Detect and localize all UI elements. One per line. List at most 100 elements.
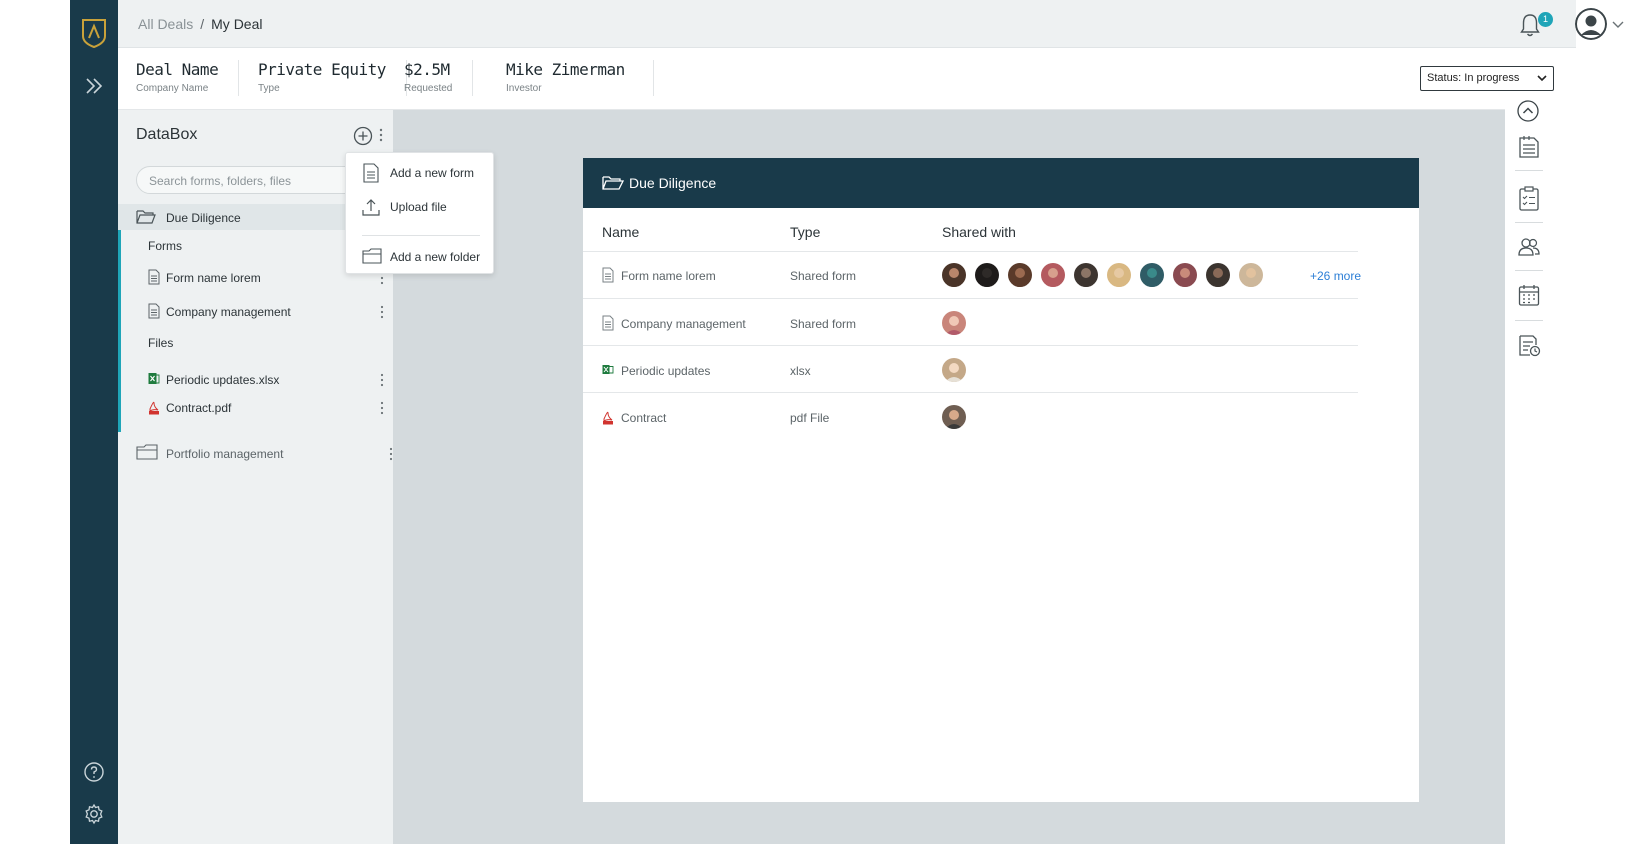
row-divider xyxy=(583,345,1358,346)
document-history-icon[interactable] xyxy=(1517,332,1541,358)
user-avatar[interactable] xyxy=(1575,8,1607,40)
deal-field-label: Company Name xyxy=(136,83,209,94)
tree-item-label: Contract.pdf xyxy=(166,401,232,415)
column-header-name[interactable]: Name xyxy=(602,224,639,240)
excel-file-icon xyxy=(148,373,160,384)
deal-info-bar: Deal Name Company Name Private Equity Ty… xyxy=(118,48,1576,110)
menu-item-add-folder[interactable]: Add a new folder xyxy=(346,241,495,271)
document-icon xyxy=(602,315,614,331)
panel-header: Due Diligence xyxy=(583,158,1419,208)
pdf-file-icon xyxy=(149,401,159,415)
kebab-menu-icon[interactable] xyxy=(380,401,384,415)
column-header-type[interactable]: Type xyxy=(790,224,820,240)
shared-avatar[interactable] xyxy=(942,311,966,335)
upload-icon xyxy=(362,199,380,216)
shared-avatar[interactable] xyxy=(1239,263,1263,287)
chevron-down-icon xyxy=(1537,75,1547,82)
users-icon[interactable] xyxy=(1517,234,1541,260)
row-name[interactable]: Form name lorem xyxy=(621,269,716,283)
shared-avatar[interactable] xyxy=(942,263,966,287)
deal-field-label: Investor xyxy=(506,83,542,94)
document-icon xyxy=(148,303,160,319)
row-name[interactable]: Contract xyxy=(621,411,666,425)
deal-field-requested: $2.5M Requested xyxy=(404,60,474,96)
deal-field-value: Private Equity xyxy=(258,60,386,79)
kebab-menu-icon[interactable] xyxy=(380,373,384,387)
chevron-up-circle-icon[interactable] xyxy=(1517,100,1539,122)
calendar-icon[interactable] xyxy=(1517,282,1541,308)
tree-item-periodic-updates[interactable]: Periodic updates.xlsx xyxy=(118,366,393,392)
folder-panel: Due Diligence Name Type Shared with Form… xyxy=(583,158,1419,802)
folder-icon xyxy=(136,444,158,460)
tree-item-label: Company management xyxy=(166,305,291,319)
shared-avatar[interactable] xyxy=(1041,263,1065,287)
breadcrumb-separator: / xyxy=(200,16,205,32)
notes-icon[interactable] xyxy=(1517,134,1541,160)
row-type: xlsx xyxy=(790,364,811,378)
folder-icon xyxy=(362,248,382,264)
rail-divider xyxy=(1515,320,1543,321)
tree-item-label: Portfolio management xyxy=(166,447,284,461)
row-name[interactable]: Company management xyxy=(621,317,746,331)
help-icon[interactable] xyxy=(82,760,106,784)
checklist-icon[interactable] xyxy=(1517,186,1541,212)
kebab-menu-icon[interactable] xyxy=(379,127,383,143)
shared-avatar[interactable] xyxy=(975,263,999,287)
shared-avatar[interactable] xyxy=(1173,263,1197,287)
tree-item-label: Form name lorem xyxy=(166,271,261,285)
shared-avatar[interactable] xyxy=(1008,263,1032,287)
pdf-file-icon xyxy=(603,411,613,425)
breadcrumb-current: My Deal xyxy=(211,16,263,32)
tree-heading-forms: Forms xyxy=(148,239,182,253)
settings-gear-icon[interactable] xyxy=(82,802,106,826)
more-shared-link[interactable]: +26 more xyxy=(1310,269,1361,283)
tree-item-label: Periodic updates.xlsx xyxy=(166,373,280,387)
tree-item-company-management[interactable]: Company management xyxy=(118,298,393,324)
menu-item-label: Add a new folder xyxy=(390,250,481,264)
folder-open-icon xyxy=(602,176,624,190)
add-dropdown-menu: Add a new form Upload file Add a new fol… xyxy=(345,152,494,274)
row-divider xyxy=(583,251,1358,252)
deal-field-label: Requested xyxy=(404,83,453,94)
breadcrumb-all-deals[interactable]: All Deals xyxy=(138,16,193,32)
top-bar: All Deals / My Deal 1 xyxy=(118,0,1624,48)
menu-item-add-form[interactable]: Add a new form xyxy=(346,157,495,187)
tree-item-contract[interactable]: Contract.pdf xyxy=(118,394,393,420)
shared-avatar[interactable] xyxy=(942,405,966,429)
tree-folder-portfolio-management[interactable]: Portfolio management xyxy=(118,440,393,466)
deal-field-label: Type xyxy=(258,83,280,94)
deal-field-value: $2.5M xyxy=(404,60,450,79)
status-select[interactable]: Status: In progress xyxy=(1420,66,1554,91)
expand-sidebar-icon[interactable] xyxy=(82,74,106,98)
row-divider xyxy=(583,392,1358,393)
breadcrumb: All Deals / My Deal xyxy=(138,16,263,32)
row-name[interactable]: Periodic updates xyxy=(621,364,710,378)
document-icon xyxy=(148,269,160,285)
logo-icon xyxy=(82,19,106,48)
rail-divider xyxy=(1515,222,1543,223)
deal-field-value: Mike Zimerman xyxy=(506,60,625,79)
shared-avatar[interactable] xyxy=(1074,263,1098,287)
main-content: Due Diligence Name Type Shared with Form… xyxy=(393,110,1505,844)
row-divider xyxy=(583,298,1358,299)
folder-open-icon xyxy=(136,210,156,224)
search-input[interactable]: Search forms, folders, files xyxy=(136,166,376,194)
shared-avatar[interactable] xyxy=(1206,263,1230,287)
menu-item-upload-file[interactable]: Upload file xyxy=(346,191,495,221)
menu-divider xyxy=(362,235,480,236)
row-type: pdf File xyxy=(790,411,830,425)
app-window: All Deals / My Deal 1 Deal Name Company Na… xyxy=(70,0,1624,844)
right-tool-rail xyxy=(1505,96,1576,844)
deal-field-company: Deal Name Company Name xyxy=(136,60,240,96)
chevron-down-icon[interactable] xyxy=(1612,19,1624,29)
document-icon xyxy=(602,267,614,283)
kebab-menu-icon[interactable] xyxy=(380,305,384,319)
shared-avatar[interactable] xyxy=(942,358,966,382)
menu-item-label: Add a new form xyxy=(390,166,475,180)
add-circle-icon[interactable] xyxy=(353,126,373,146)
deal-field-type: Private Equity Type xyxy=(258,60,407,96)
shared-avatar[interactable] xyxy=(1140,263,1164,287)
shared-avatar[interactable] xyxy=(1107,263,1131,287)
databox-title: DataBox xyxy=(136,126,198,143)
left-rail xyxy=(70,0,118,844)
